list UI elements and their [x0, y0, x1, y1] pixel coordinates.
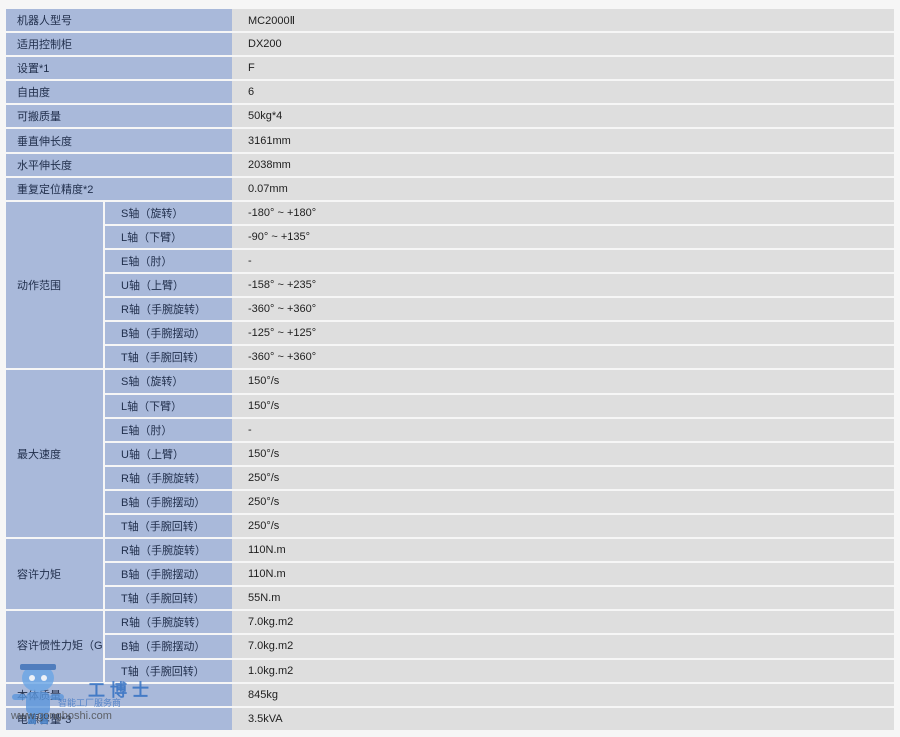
spec-axis-label: U轴（上臂） — [105, 274, 232, 297]
spec-value: 50kg*4 — [232, 105, 894, 128]
spec-label: 机器人型号 — [6, 9, 232, 32]
spec-value: 110N.m — [232, 539, 894, 562]
spec-axis-label: T轴（手腕回转） — [105, 514, 232, 538]
spec-row: 本体质量 845kg — [6, 683, 894, 706]
spec-group-row: E轴（肘） - — [6, 418, 894, 441]
spec-group-row: L轴（下臂） 150°/s — [6, 394, 894, 417]
spec-group-row: R轴（手腕旋转） 250°/s — [6, 466, 894, 489]
spec-value: -180° ~ +180° — [232, 201, 894, 224]
spec-axis-label: S轴（旋转） — [105, 370, 232, 393]
spec-axis-label: E轴（肘） — [105, 418, 232, 441]
spec-value: 7.0kg.m2 — [232, 635, 894, 658]
spec-axis-label: T轴（手腕回转） — [105, 659, 232, 682]
spec-group-label: 容许力矩 — [6, 539, 105, 610]
spec-group-row: 最大速度 S轴（旋转） 150°/s — [6, 370, 894, 538]
spec-label: 电源容量*3 — [6, 707, 232, 730]
spec-value: 150°/s — [232, 442, 894, 465]
spec-value: 250°/s — [232, 466, 894, 489]
spec-value: 6 — [232, 81, 894, 104]
spec-label: 设置*1 — [6, 57, 232, 80]
spec-group-row: 容许力矩 R轴（手腕旋转） 110N.m — [6, 539, 894, 610]
spec-value: -90° ~ +135° — [232, 225, 894, 248]
spec-axis-label: E轴（肘） — [105, 249, 232, 273]
spec-axis-label: T轴（手腕回转） — [105, 587, 232, 610]
spec-value: 845kg — [232, 683, 894, 706]
spec-group-row: T轴（手腕回转） 1.0kg.m2 — [6, 659, 894, 682]
spec-axis-label: B轴（手腕摆动） — [105, 635, 232, 658]
spec-axis-label: R轴（手腕旋转） — [105, 539, 232, 562]
spec-value: -360° ~ +360° — [232, 298, 894, 321]
spec-group-row: B轴（手腕摆动） 250°/s — [6, 490, 894, 513]
spec-value: -158° ~ +235° — [232, 274, 894, 297]
spec-group-row: T轴（手腕回转） 55N.m — [6, 587, 894, 610]
spec-group-label: 最大速度 — [6, 370, 105, 538]
spec-row: 可搬质量 50kg*4 — [6, 105, 894, 128]
spec-value: 150°/s — [232, 394, 894, 417]
spec-group-row: E轴（肘） - — [6, 249, 894, 273]
spec-row: 自由度 6 — [6, 81, 894, 104]
spec-row: 机器人型号 MC2000Ⅱ — [6, 9, 894, 32]
spec-value: 1.0kg.m2 — [232, 659, 894, 682]
spec-group-row: B轴（手腕摆动） -125° ~ +125° — [6, 322, 894, 345]
spec-row: 重复定位精度*2 0.07mm — [6, 177, 894, 200]
spec-label: 水平伸长度 — [6, 153, 232, 176]
spec-axis-label: S轴（旋转） — [105, 201, 232, 224]
spec-axis-label: R轴（手腕旋转） — [105, 466, 232, 489]
spec-group-label: 动作范围 — [6, 201, 105, 369]
spec-value: 7.0kg.m2 — [232, 611, 894, 634]
spec-label: 可搬质量 — [6, 105, 232, 128]
spec-group-row: R轴（手腕旋转） -360° ~ +360° — [6, 298, 894, 321]
spec-group-row: 容许惯性力矩（GD2/4）R轴（手腕旋转）7.0kg.m2 — [6, 611, 894, 682]
spec-row: 设置*1 F — [6, 57, 894, 80]
spec-group-row: T轴（手腕回转） 250°/s — [6, 514, 894, 538]
spec-axis-label: R轴（手腕旋转） — [105, 611, 232, 634]
spec-axis-label: B轴（手腕摆动） — [105, 563, 232, 586]
spec-value: 3.5kVA — [232, 707, 894, 730]
spec-group-row: U轴（上臂） 150°/s — [6, 442, 894, 465]
spec-value: 2038mm — [232, 153, 894, 176]
spec-table: 机器人型号 MC2000Ⅱ 适用控制柜 DX200 设置*1 F 自由度 6 可搬质量 50kg*… — [6, 7, 894, 732]
spec-axis-label: L轴（下臂） — [105, 394, 232, 417]
spec-group-label: 容许惯性力矩（GD2/4） — [6, 611, 105, 682]
spec-table-body: 机器人型号 MC2000Ⅱ 适用控制柜 DX200 设置*1 F 自由度 6 可搬质量 50kg*… — [6, 9, 894, 730]
spec-label: 重复定位精度*2 — [6, 177, 232, 200]
spec-label: 垂直伸长度 — [6, 129, 232, 152]
spec-value: 150°/s — [232, 370, 894, 393]
spec-axis-label: B轴（手腕摆动） — [105, 490, 232, 513]
spec-group-row: U轴（上臂） -158° ~ +235° — [6, 274, 894, 297]
spec-row: 垂直伸长度 3161mm — [6, 129, 894, 152]
spec-row: 适用控制柜 DX200 — [6, 33, 894, 56]
spec-value: 250°/s — [232, 514, 894, 538]
spec-axis-label: R轴（手腕旋转） — [105, 298, 232, 321]
spec-value: DX200 — [232, 33, 894, 56]
spec-value: -360° ~ +360° — [232, 346, 894, 369]
spec-axis-label: U轴（上臂） — [105, 442, 232, 465]
spec-group-row: L轴（下臂） -90° ~ +135° — [6, 225, 894, 248]
spec-value: - — [232, 249, 894, 273]
spec-value: 0.07mm — [232, 177, 894, 200]
spec-group-row: B轴（手腕摆动） 7.0kg.m2 — [6, 635, 894, 658]
spec-label: 适用控制柜 — [6, 33, 232, 56]
spec-value: MC2000Ⅱ — [232, 9, 894, 32]
spec-axis-label: T轴（手腕回转） — [105, 346, 232, 369]
spec-value: 250°/s — [232, 490, 894, 513]
spec-group-row: T轴（手腕回转） -360° ~ +360° — [6, 346, 894, 369]
spec-row: 电源容量*3 3.5kVA — [6, 707, 894, 730]
spec-value: - — [232, 418, 894, 441]
spec-axis-label: B轴（手腕摆动） — [105, 322, 232, 345]
spec-label: 自由度 — [6, 81, 232, 104]
spec-axis-label: L轴（下臂） — [105, 225, 232, 248]
spec-label: 本体质量 — [6, 683, 232, 706]
spec-group-row: B轴（手腕摆动） 110N.m — [6, 563, 894, 586]
spec-value: 3161mm — [232, 129, 894, 152]
spec-value: -125° ~ +125° — [232, 322, 894, 345]
spec-value: F — [232, 57, 894, 80]
spec-value: 55N.m — [232, 587, 894, 610]
spec-group-row: 动作范围 S轴（旋转） -180° ~ +180° — [6, 201, 894, 369]
spec-row: 水平伸长度 2038mm — [6, 153, 894, 176]
spec-value: 110N.m — [232, 563, 894, 586]
